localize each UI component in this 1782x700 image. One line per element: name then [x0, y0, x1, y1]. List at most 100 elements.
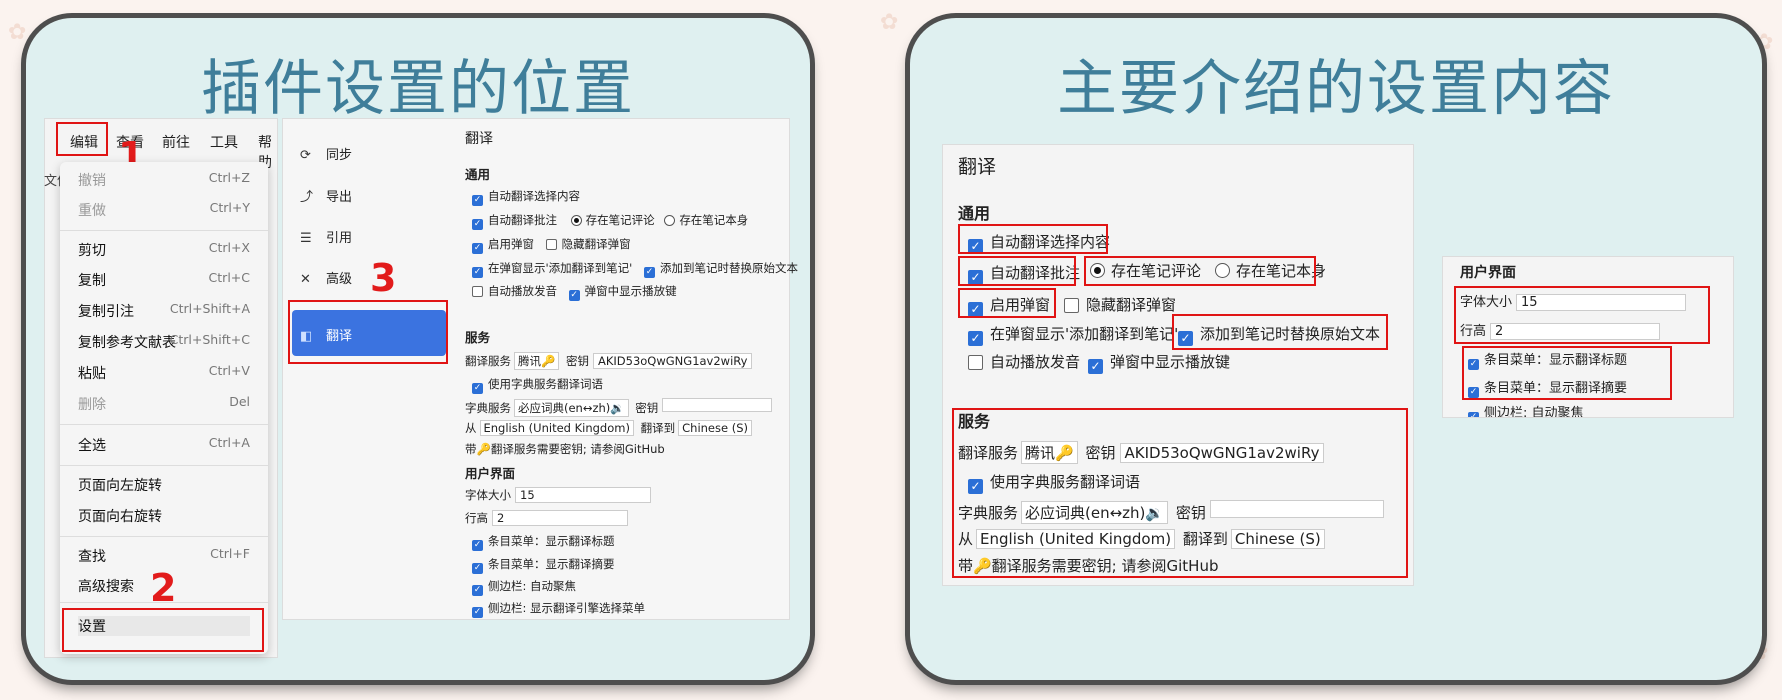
sidebar-focus-checkbox[interactable]: ✓ 侧边栏: 自动聚焦 [1468, 402, 1584, 417]
auto-translate-annotation-row[interactable]: ✓ 自动翻译批注 存在笔记评论 存在笔记本身 [472, 212, 748, 230]
highlight-edit-menu [56, 122, 108, 156]
translate-panel-title: 翻译 [958, 156, 997, 178]
from-language-select[interactable]: English (United Kingdom) [479, 420, 634, 436]
auto-play-checkbox[interactable]: 自动播放发音 [968, 351, 1080, 372]
menu-separator [60, 230, 268, 231]
sidebar-focus-checkbox[interactable]: ✓ 侧边栏: 自动聚焦 [472, 578, 576, 596]
checkbox-icon [472, 286, 483, 297]
highlight-auto-translate-selection [958, 224, 1108, 254]
checkbox-icon: ✓ [1088, 359, 1103, 374]
menu-item-copy-citation[interactable]: 复制引注 Ctrl+Shift+A [78, 301, 250, 321]
radio-icon [664, 215, 676, 226]
checkbox-icon: ✓ [643, 267, 655, 278]
highlight-font-settings [1454, 286, 1710, 344]
left-slide-title: 插件设置的位置 [201, 54, 635, 124]
show-play-button-checkbox[interactable]: ✓ 弹窗中显示播放键 [1088, 351, 1230, 374]
highlight-save-location [1084, 256, 1316, 286]
auto-play-row[interactable]: 自动播放发音 ✓ 弹窗中显示播放键 [472, 283, 677, 301]
highlight-translate-nav [288, 300, 448, 364]
secret-input[interactable]: AKID53oQwGNG1av2wiRy [592, 353, 753, 369]
menu-item-rotate-right[interactable]: 页面向右旋转 [78, 506, 250, 526]
service-note: 带🔑翻译服务需要密钥; 请参阅GitHub [465, 442, 665, 456]
callout-2: 2 [150, 566, 177, 610]
checkbox-icon [1064, 298, 1079, 313]
sidebar-engine-checkbox[interactable]: ✓ 侧边栏: 显示翻译引擎选择菜单 [472, 600, 645, 618]
highlight-auto-translate-annotation [958, 256, 1076, 286]
general-header: 通用 [958, 204, 991, 223]
menu-separator [60, 536, 268, 537]
right-slide-title: 主要介绍的设置内容 [1057, 54, 1615, 124]
checkbox-icon: ✓ [472, 585, 483, 596]
checkbox-icon: ✓ [968, 331, 983, 346]
flower-pattern-icon: ✿ [8, 20, 27, 45]
language-row[interactable]: 从 English (United Kingdom) 翻译到 Chinese (S) [465, 420, 755, 436]
ui-header: 用户界面 [465, 466, 516, 481]
use-dict-checkbox[interactable]: ✓ 使用字典服务翻译词语 [472, 376, 603, 394]
menu-tools[interactable]: 工具 [210, 132, 238, 152]
highlight-service-section [952, 408, 1408, 578]
menu-item-select-all[interactable]: 全选 Ctrl+A [78, 435, 250, 455]
highlight-replace-original [1172, 314, 1388, 350]
to-language-select[interactable]: Chinese (S) [678, 420, 752, 436]
dict-service-select[interactable]: 必应词典(en↔zh)🔉 [514, 399, 629, 417]
translate-service-select[interactable]: 腾讯🔑 [514, 352, 560, 370]
dict-service-row[interactable]: 字典服务 必应词典(en↔zh)🔉 密钥 [465, 398, 773, 417]
menu-item-delete[interactable]: 删除 Del [78, 394, 250, 414]
auto-translate-selection-checkbox[interactable]: ✓ 自动翻译选择内容 [472, 188, 580, 206]
dict-secret-input[interactable] [662, 398, 773, 412]
item-menu-title-checkbox[interactable]: ✓ 条目菜单：显示翻译标题 [472, 533, 615, 551]
service-header: 服务 [465, 330, 491, 345]
sidebar-focus-clip: ✓ 侧边栏: 自动聚焦 [1443, 402, 1733, 417]
checkbox-icon: ✓ [472, 540, 483, 551]
menu-separator [60, 424, 268, 425]
menu-item-find[interactable]: 查找 Ctrl+F [78, 546, 250, 566]
checkbox-icon: ✓ [568, 290, 580, 301]
tools-icon: ✕ [300, 272, 311, 287]
nav-cite[interactable]: ☰ 引用 [300, 227, 352, 246]
checkbox-icon: ✓ [472, 243, 483, 254]
checkbox-icon [968, 355, 983, 370]
highlight-enable-popup [958, 288, 1056, 318]
checkbox-icon [545, 239, 557, 250]
show-add-to-note-checkbox[interactable]: ✓ 在弹窗显示'添加翻译到笔记' [968, 323, 1178, 346]
general-header: 通用 [465, 167, 491, 182]
callout-3: 3 [370, 256, 397, 300]
settings-section-title: 翻译 [465, 131, 493, 147]
sync-icon: ⟳ [300, 148, 311, 163]
cite-icon: ☰ [300, 231, 312, 246]
checkbox-icon: ✓ [472, 219, 483, 230]
font-size-input[interactable]: 15 [515, 487, 651, 503]
translate-service-row[interactable]: 翻译服务 腾讯🔑 密钥 AKID53oQwGNG1av2wiRy [465, 352, 753, 370]
nav-export[interactable]: ⤴ 导出 [300, 186, 352, 205]
hide-popup-checkbox[interactable]: 隐藏翻译弹窗 [1064, 294, 1176, 315]
menu-item-paste[interactable]: 粘贴 Ctrl+V [78, 363, 250, 383]
checkbox-icon: ✓ [472, 383, 483, 394]
export-icon: ⤴ [300, 190, 314, 205]
show-add-to-note-row[interactable]: ✓ 在弹窗显示'添加翻译到笔记' ✓ 添加到笔记时替换原始文本 [472, 260, 798, 278]
checkbox-icon: ✓ [472, 563, 483, 574]
font-size-row[interactable]: 字体大小 15 [465, 487, 651, 503]
menu-item-undo[interactable]: 撤销 Ctrl+Z [78, 170, 250, 190]
menu-item-cut[interactable]: 剪切 Ctrl+X [78, 240, 250, 260]
ui-header: 用户界面 [1460, 265, 1516, 281]
enable-popup-row[interactable]: ✓ 启用弹窗 隐藏翻译弹窗 [472, 236, 631, 254]
checkbox-icon: ✓ [1468, 412, 1479, 417]
menu-item-rotate-left[interactable]: 页面向左旋转 [78, 475, 250, 495]
menu-item-copy-bibliography[interactable]: 复制参考文献表 Ctrl+Shift+C [78, 332, 250, 352]
item-menu-abstract-checkbox[interactable]: ✓ 条目菜单：显示翻译摘要 [472, 556, 615, 574]
menu-go[interactable]: 前往 [162, 132, 190, 152]
highlight-settings-item [62, 608, 264, 652]
checkbox-icon: ✓ [472, 195, 483, 206]
menu-item-redo[interactable]: 重做 Ctrl+Y [78, 200, 250, 220]
menu-separator [60, 465, 268, 466]
line-height-input[interactable]: 2 [492, 510, 628, 526]
nav-advanced[interactable]: ✕ 高级 [300, 268, 352, 287]
highlight-item-menu [1462, 346, 1672, 400]
checkbox-icon: ✓ [472, 267, 483, 278]
line-height-row[interactable]: 行高 2 [465, 510, 628, 526]
checkbox-icon: ✓ [472, 607, 483, 618]
radio-icon [570, 215, 582, 226]
flower-pattern-icon: ✿ [880, 10, 899, 35]
nav-sync[interactable]: ⟳ 同步 [300, 144, 352, 163]
menu-item-copy[interactable]: 复制 Ctrl+C [78, 270, 250, 290]
